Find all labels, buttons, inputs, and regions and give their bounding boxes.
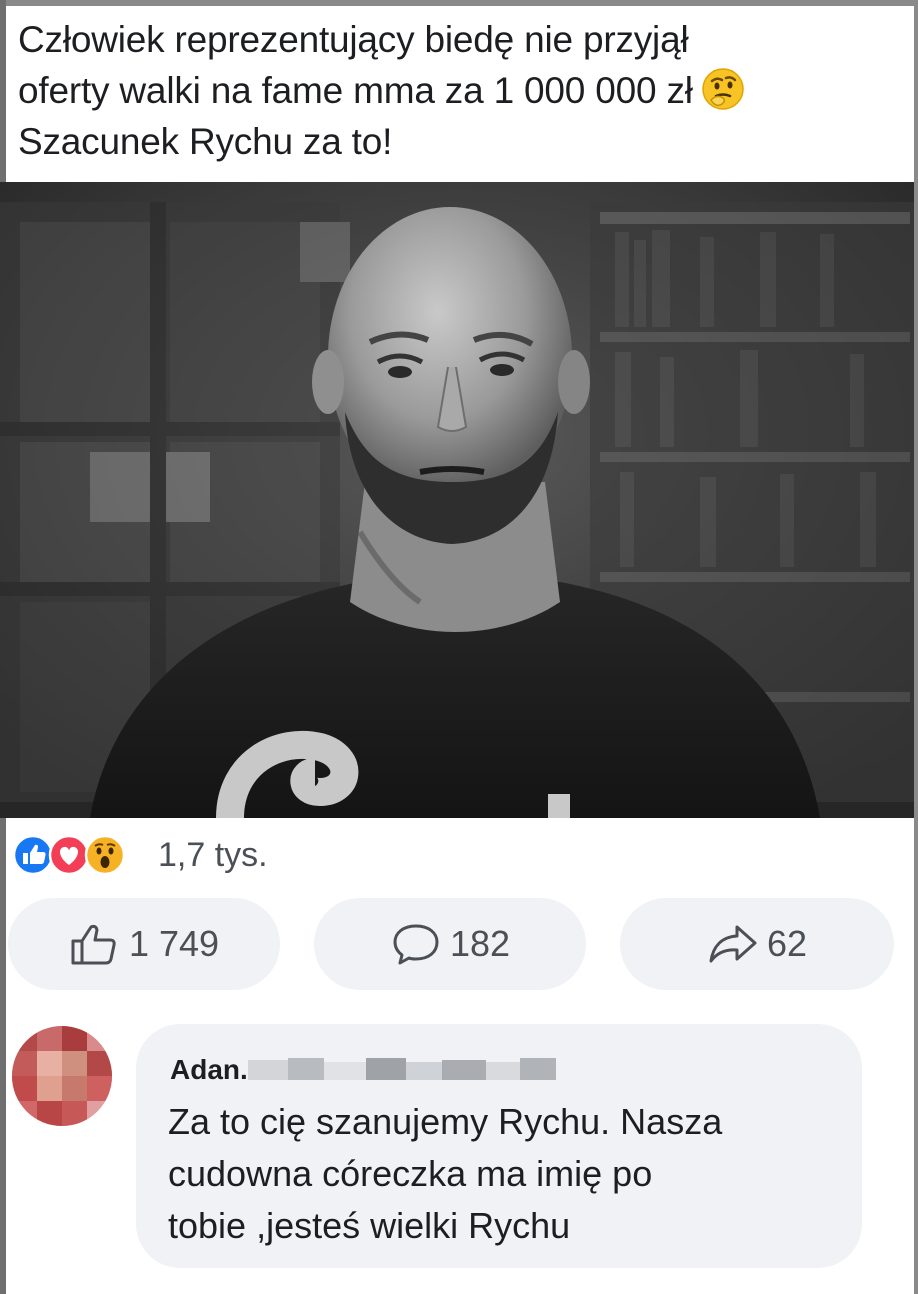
reactions-summary[interactable]: 1,7 tys. (12, 832, 268, 878)
post-text-line-2: oferty walki na fame mma za 1 000 000 zł (18, 65, 898, 116)
pixelated-avatar-icon (12, 1026, 112, 1126)
post-photo[interactable] (0, 182, 914, 818)
thumbs-up-icon (71, 924, 116, 965)
comment-count: 182 (449, 923, 511, 964)
comment-text: Za to cię szanujemy Rychu. Nasza cudowna… (168, 1096, 848, 1252)
post-text-line-1: Człowiek reprezentujący biedę nie przyją… (18, 19, 689, 60)
comment-bubble-icon (393, 924, 439, 965)
like-button[interactable]: 1 749 (8, 898, 280, 990)
post-text-line-3: Szacunek Rychu za to! (18, 121, 393, 162)
frame-right-border (914, 0, 918, 1294)
like-count: 1 749 (128, 923, 220, 964)
share-arrow-icon (709, 925, 757, 963)
blurred-name-icon (248, 1058, 556, 1080)
reaction-count: 1,7 tys. (158, 835, 268, 874)
wow-reaction-icon (84, 834, 126, 876)
man-portrait-photo-icon (0, 182, 914, 818)
commenter-avatar[interactable] (12, 1026, 112, 1126)
share-button[interactable]: 62 (620, 898, 894, 990)
post-actions: 1 749 182 62 (8, 898, 908, 990)
post-text: Człowiek reprezentujący biedę nie przyją… (18, 14, 898, 167)
thinking-face-icon (702, 68, 744, 110)
facebook-post-screenshot: Człowiek reprezentujący biedę nie przyją… (0, 0, 918, 1294)
share-count: 62 (766, 923, 808, 964)
comment-text-line-2: cudowna córeczka ma imię po (168, 1153, 653, 1194)
frame-top-border (0, 0, 918, 6)
reaction-icons (12, 832, 154, 878)
comment-button[interactable]: 182 (314, 898, 586, 990)
comment-text-line-1: Za to cię szanujemy Rychu. Nasza (168, 1101, 723, 1142)
comment-text-line-3: tobie ,jesteś wielki Rychu (168, 1205, 571, 1246)
comment-bubble: Adan... Za to cię szanujemy Rychu. Nasza… (136, 1024, 862, 1268)
